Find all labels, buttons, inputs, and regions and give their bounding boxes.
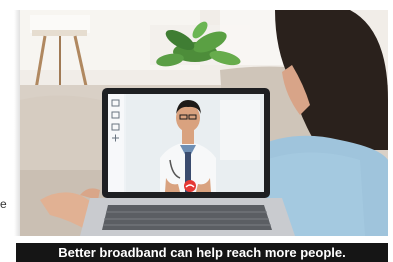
telehealth-photo — [20, 10, 388, 236]
cropped-text-fragment: e — [0, 197, 7, 211]
video-call-end-icon — [184, 180, 196, 192]
photo-caption: Better broadband can help reach more peo… — [16, 243, 388, 262]
photo-illustration — [20, 10, 388, 236]
laptop — [80, 88, 295, 236]
